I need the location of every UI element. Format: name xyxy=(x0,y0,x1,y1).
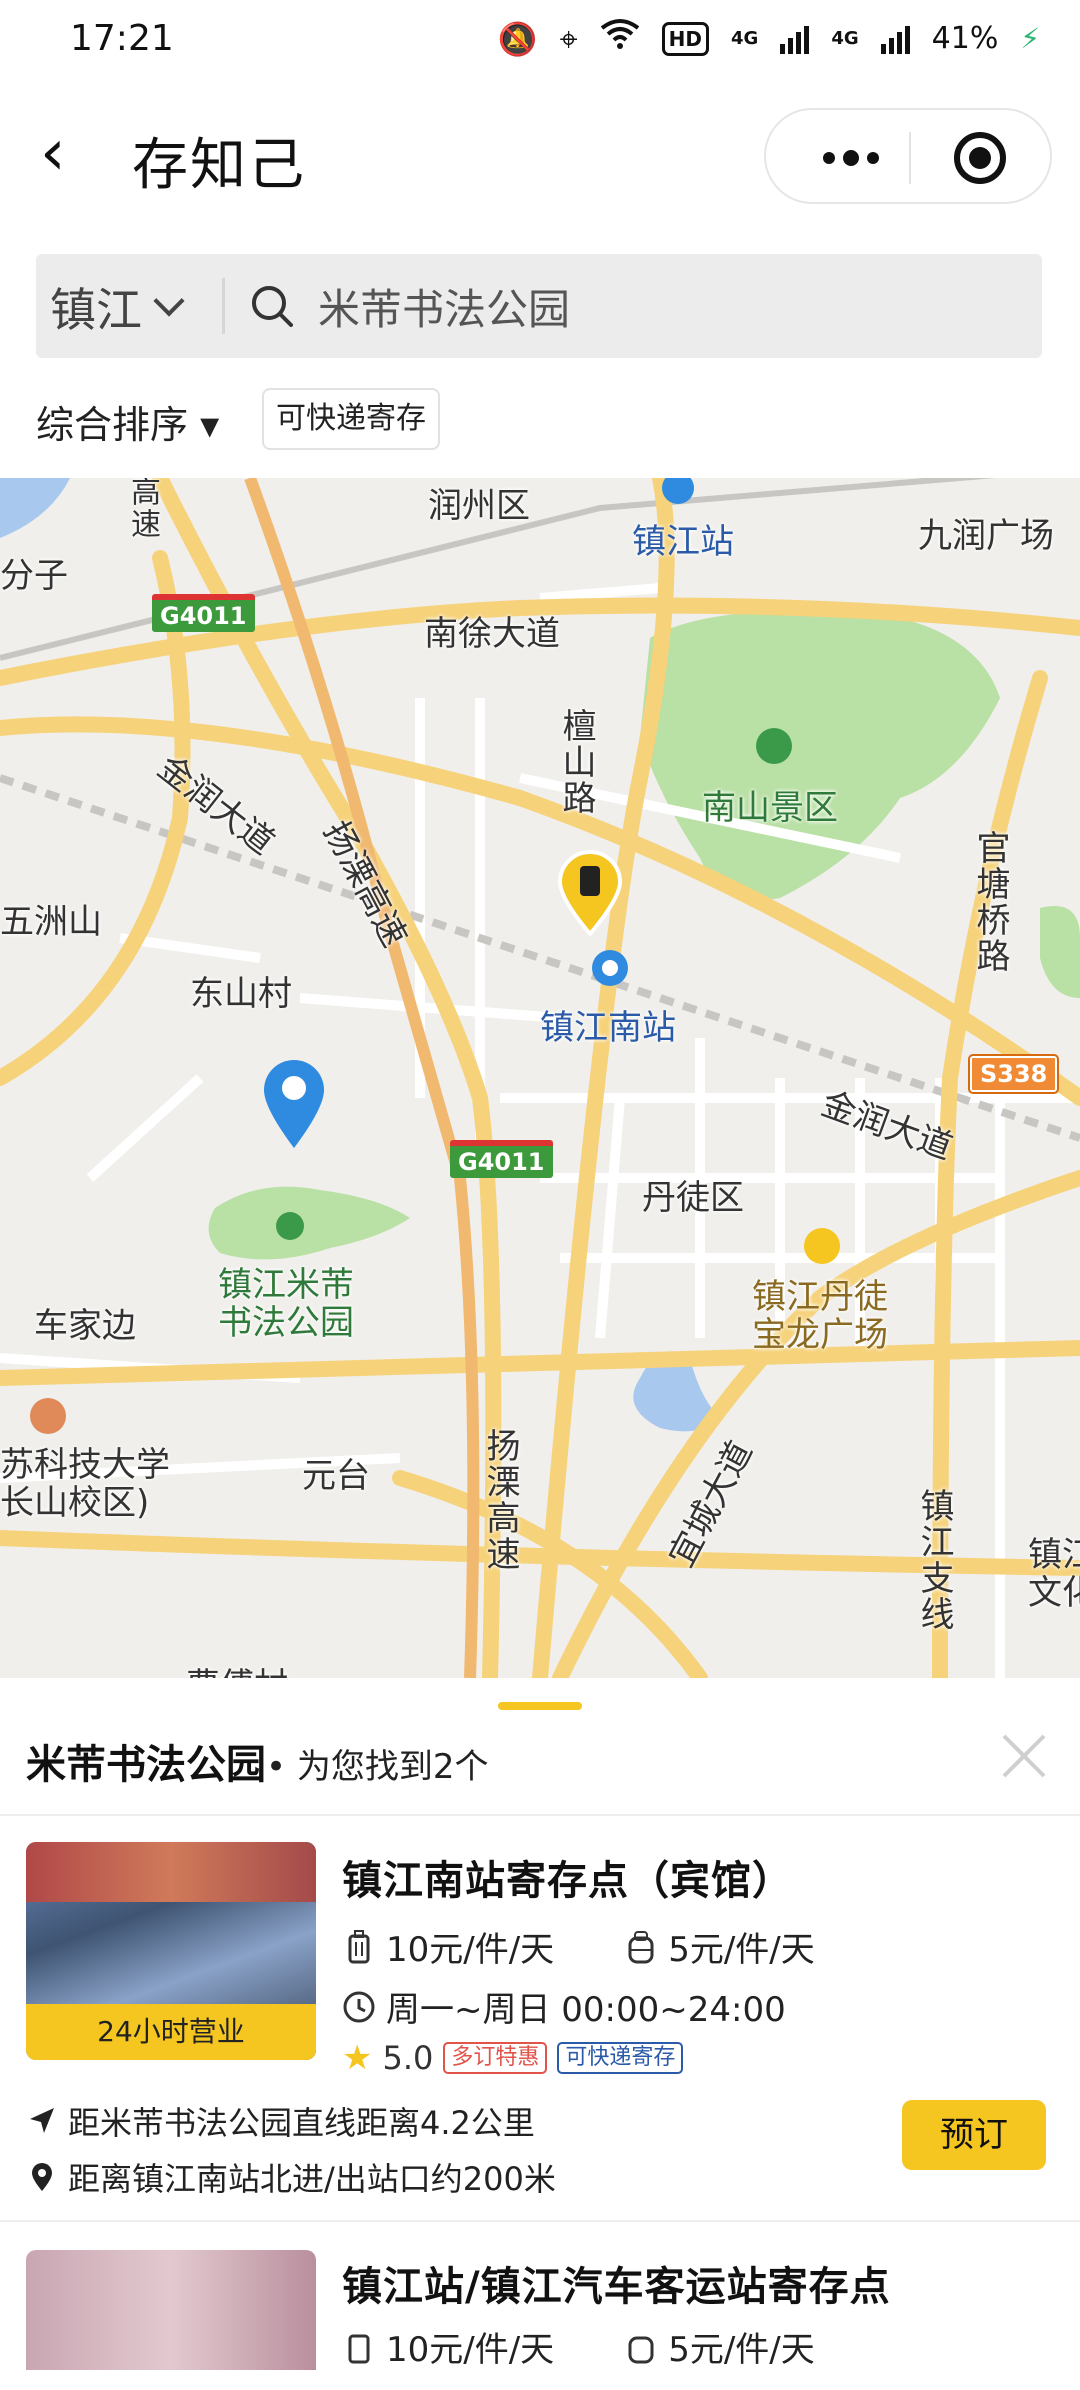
map-label-nanshan: 南山景区 xyxy=(702,788,838,828)
bag-price: 5元/件/天 xyxy=(668,1930,815,1970)
map-label-yuantai: 元台 xyxy=(302,1456,370,1496)
open-24h-badge: 24小时营业 xyxy=(26,2004,316,2060)
miniprogram-capsule xyxy=(764,108,1052,204)
city-label: 镇江 xyxy=(50,283,142,337)
results-count: • 为您找到2个 xyxy=(266,1747,489,1787)
location-text: 距离镇江南站北进/出站口约200米 xyxy=(68,2160,556,2198)
promo-tag: 多订特惠 xyxy=(443,2042,548,2074)
battery-percent: 41% xyxy=(931,21,999,56)
map-label-mifu-park[interactable]: 镇江米芾 书法公园 xyxy=(218,1266,354,1342)
photo-signboard xyxy=(26,1842,316,1902)
results-heading: 米芾书法公园 • 为您找到2个 xyxy=(26,1732,489,1790)
page-title: 存知己 xyxy=(132,133,306,198)
map-label-runzhou: 润州区 xyxy=(428,486,530,526)
map-shield-g4011-b: G4011 xyxy=(450,1140,553,1178)
star-icon: ★ xyxy=(342,2038,373,2078)
signal-bars-icon-1 xyxy=(780,24,810,54)
status-icons: 🔕 ⌖ HD 4G 4G 41% ⚡ xyxy=(498,18,1040,59)
signal-4g-label-2: 4G xyxy=(831,28,859,49)
map-label-gaosu-top: 高速 xyxy=(125,478,160,540)
map-label-nanxu: 南徐大道 xyxy=(424,614,560,654)
bag-price: 5元/件/天 xyxy=(668,2330,815,2370)
signal-bars-icon-2 xyxy=(880,24,910,54)
book-button[interactable]: 预订 xyxy=(902,2100,1046,2170)
status-time: 17:21 xyxy=(70,18,174,59)
search-bar: 镇江 米芾书法公园 xyxy=(36,254,1042,358)
hd-icon: HD xyxy=(661,21,710,56)
luggage-price-row: 10元/件/天 5元/件/天 xyxy=(342,1922,815,1971)
close-target-icon[interactable] xyxy=(954,132,1006,184)
map-label-caofucun: 曹傅村 xyxy=(186,1658,288,1678)
signal-4g-label-1: 4G xyxy=(731,28,759,49)
luggage-price: 10元/件/天 xyxy=(386,1930,555,1970)
opening-hours: 周一~周日 00:00~24:00 xyxy=(386,1990,786,2030)
clock-icon xyxy=(343,1991,375,2022)
hours-row: 周一~周日 00:00~24:00 xyxy=(342,1982,786,2031)
map-label-yangli-b: 扬溧高速 xyxy=(480,1428,520,1572)
map-view[interactable]: 润州区 镇江站 九润广场 分子 高速 G4011 南徐大道 檀山路 南山景区 金… xyxy=(0,478,1080,1678)
suitcase-icon xyxy=(348,1929,370,1963)
search-divider xyxy=(222,278,225,334)
navigation-arrow-icon xyxy=(30,2108,54,2133)
express-storage-filter-chip[interactable]: 可快递寄存 xyxy=(262,388,440,450)
backpack-icon xyxy=(628,1930,654,1963)
results-place-name: 米芾书法公园 xyxy=(26,1742,266,1788)
search-icon xyxy=(252,286,293,327)
status-bar: 17:21 🔕 ⌖ HD 4G 4G 41% ⚡ xyxy=(0,0,1080,84)
backpack-icon xyxy=(628,2336,654,2363)
delivery-tag: 可快递寄存 xyxy=(557,2042,684,2074)
map-label-zhenjiang-culture: 镇江 文化 xyxy=(1028,1535,1080,1613)
suitcase-icon xyxy=(348,2334,370,2363)
map-label-baolong: 镇江丹徒 宝龙广场 xyxy=(752,1277,888,1355)
map-shield-g4011-a: G4011 xyxy=(152,594,255,632)
map-label-zhenjiang-station: 镇江站 xyxy=(632,522,734,562)
rating-value: 5.0 xyxy=(382,2039,434,2077)
luggage-price: 10元/件/天 xyxy=(386,2330,555,2370)
map-label-wuzhoushan: 五洲山 xyxy=(0,902,102,942)
charging-bolt-icon: ⚡ xyxy=(1020,22,1040,55)
sheet-drag-handle[interactable] xyxy=(498,1702,582,1710)
rating-row: ★ 5.0 多订特惠 可快递寄存 xyxy=(342,2038,684,2078)
map-label-guantang: 官塘桥路 xyxy=(970,830,1010,974)
sheet-divider xyxy=(0,1814,1080,1816)
map-label-university: 苏科技大学 长山校区) xyxy=(0,1445,170,1523)
mute-bell-icon: 🔕 xyxy=(497,19,538,58)
map-shield-s338: S338 xyxy=(967,1054,1060,1094)
distance-row: 距米芾书法公园直线距离4.2公里 xyxy=(26,2098,535,2144)
map-label-chejiabian: 车家边 xyxy=(34,1306,136,1346)
map-label-tanshan-road: 檀山路 xyxy=(556,708,596,816)
city-selector[interactable]: 镇江 xyxy=(50,274,185,340)
chevron-down-icon xyxy=(153,285,185,317)
map-label-jiurun-plaza: 九润广场 xyxy=(918,516,1054,556)
listing-title[interactable]: 镇江南站寄存点（宾馆） xyxy=(342,1848,793,1906)
sort-dropdown[interactable]: 综合排序 ▾ xyxy=(36,394,219,449)
luggage-price-row: 10元/件/天 5元/件/天 xyxy=(342,2322,815,2371)
results-sheet: 米芾书法公园 • 为您找到2个 24小时营业 镇江南站寄存点（宾馆） 10元/件… xyxy=(0,1680,1080,2370)
search-input[interactable]: 米芾书法公园 xyxy=(318,276,570,337)
wifi-icon xyxy=(600,18,640,59)
location-row: 距离镇江南站北进/出站口约200米 xyxy=(26,2154,556,2200)
map-label-zhenjiang-branch: 镇江支线 xyxy=(914,1488,954,1632)
listing-card[interactable]: 镇江站/镇江汽车客运站寄存点 10元/件/天 5元/件/天 xyxy=(0,2240,1080,2370)
card-divider xyxy=(0,2220,1080,2222)
location-icon: ⌖ xyxy=(559,19,578,58)
map-label-fenzi: 分子 xyxy=(0,556,68,596)
location-pin-icon xyxy=(32,2163,52,2191)
distance-text: 距米芾书法公园直线距离4.2公里 xyxy=(68,2104,535,2142)
map-label-dantu: 丹徒区 xyxy=(642,1178,744,1218)
listing-title[interactable]: 镇江站/镇江汽车客运站寄存点 xyxy=(342,2254,891,2312)
map-label-dongshancun: 东山村 xyxy=(190,974,292,1014)
listing-photo[interactable] xyxy=(26,2250,316,2370)
more-dots-icon[interactable] xyxy=(806,134,896,182)
map-label-zhenjiang-south: 镇江南站 xyxy=(540,1008,676,1048)
close-icon[interactable] xyxy=(998,1730,1050,1782)
capsule-divider xyxy=(909,132,911,184)
back-chevron-icon[interactable]: ‹ xyxy=(40,118,66,188)
